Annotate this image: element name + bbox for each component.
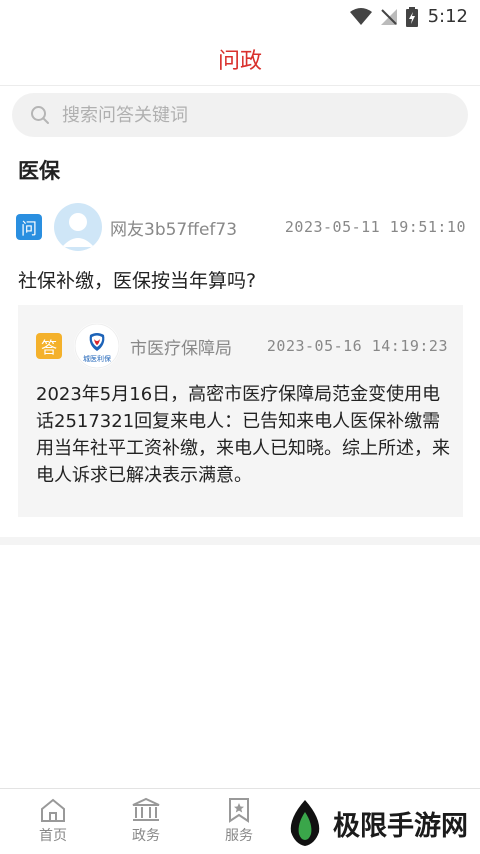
- org-name: 市医疗保障局: [130, 338, 232, 359]
- answer-time: 2023-05-16 14:19:23: [266, 337, 448, 355]
- question-meta: 问 网友3b57ffef73 2023-05-11 19:51:10: [16, 202, 466, 252]
- watermark-logo-icon: [290, 800, 320, 846]
- nav-item-service[interactable]: 服务: [209, 797, 269, 845]
- question-badge: 问: [16, 214, 42, 240]
- org-logo: 城医利保: [74, 323, 120, 369]
- status-icons: [349, 6, 418, 27]
- nav-item-government[interactable]: 政务: [116, 797, 176, 845]
- wifi-icon: [349, 7, 372, 25]
- battery-icon: [405, 6, 418, 27]
- search-input[interactable]: [60, 103, 444, 127]
- answer-badge: 答: [36, 333, 62, 359]
- answer-text: 2023年5月16日，高密市医疗保障局范金变使用电话2517321回复来电人：已…: [36, 384, 450, 486]
- status-time: 5:12: [427, 6, 468, 27]
- nav-label-service: 服务: [225, 828, 253, 844]
- home-icon: [41, 798, 65, 822]
- nav-label-government: 政务: [132, 828, 160, 844]
- answer-meta: 答 城医利保 市医疗保障局 2023-05-16 14:19:23: [36, 323, 448, 369]
- nav-item-home[interactable]: 首页: [23, 797, 83, 845]
- tab-wenzheng[interactable]: 问政: [218, 43, 262, 75]
- question-time: 2023-05-11 19:51:10: [284, 218, 466, 236]
- nav-label-home: 首页: [39, 828, 67, 844]
- default-avatar-icon: [62, 213, 94, 247]
- svg-text:城医利保: 城医利保: [83, 354, 111, 363]
- medical-insurance-logo-icon: 城医利保: [74, 323, 120, 369]
- bookmark-star-icon: [229, 798, 249, 823]
- question-text[interactable]: 社保补缴，医保按当年算吗?: [18, 266, 256, 293]
- watermark: 极限手游网: [285, 792, 480, 854]
- watermark-text: 极限手游网: [333, 810, 468, 842]
- no-signal-icon: [380, 8, 397, 25]
- search-bar[interactable]: [12, 93, 468, 137]
- avatar[interactable]: [54, 203, 102, 251]
- category-title: 医保: [18, 159, 60, 183]
- app-header: 问政: [0, 33, 480, 86]
- government-icon: [132, 797, 160, 821]
- search-icon: [31, 106, 49, 124]
- user-name: 网友3b57ffef73: [110, 219, 238, 240]
- answer-card: 答 城医利保 市医疗保障局 2023-05-16 14:19:23 2023年5…: [18, 305, 463, 517]
- content-divider: [0, 537, 480, 545]
- bottom-nav: 首页 政务 服务 极限手游网: [0, 788, 480, 854]
- status-bar: 5:12: [0, 0, 480, 33]
